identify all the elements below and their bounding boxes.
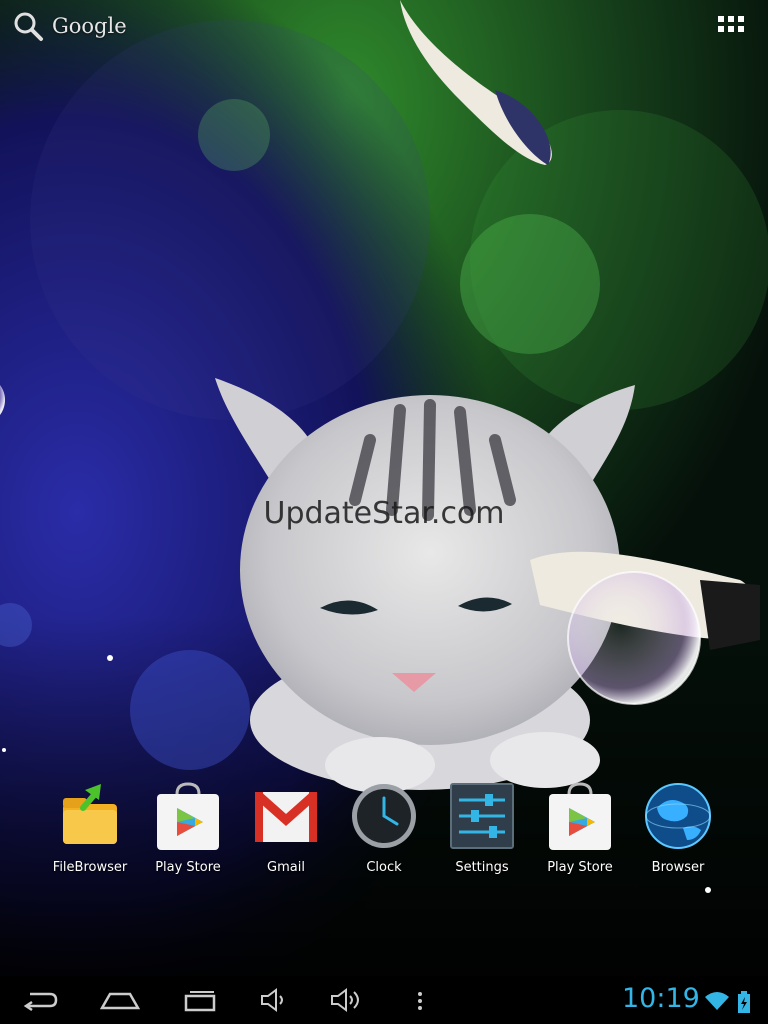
app-label: FileBrowser	[52, 860, 128, 875]
volume-up-icon[interactable]	[326, 984, 366, 1016]
all-apps-grid-icon[interactable]	[718, 16, 746, 38]
folder-icon	[63, 784, 117, 844]
app-label: Gmail	[267, 860, 305, 875]
menu-icon[interactable]	[410, 984, 430, 1016]
app-settings[interactable]: Settings	[432, 780, 532, 875]
globe-icon	[645, 783, 711, 849]
app-label: Settings	[455, 860, 509, 875]
app-label: Play Store	[547, 860, 613, 875]
recent-apps-icon[interactable]	[180, 984, 220, 1016]
app-label: Clock	[366, 860, 402, 875]
volume-down-icon[interactable]	[256, 984, 296, 1016]
app-browser[interactable]: Browser	[628, 780, 728, 875]
app-label: Browser	[651, 860, 705, 875]
app-play-store-1[interactable]: Play Store	[138, 780, 238, 875]
wifi-icon	[705, 992, 729, 1010]
play-store-icon	[157, 782, 219, 850]
app-label: Play Store	[155, 860, 221, 875]
play-store-icon	[549, 782, 611, 850]
search-icon	[14, 12, 43, 41]
app-filebrowser[interactable]: FileBrowser	[40, 780, 140, 875]
clock-icon	[352, 784, 416, 848]
back-icon[interactable]	[20, 984, 60, 1016]
battery-charging-icon	[738, 991, 750, 1013]
google-search-bar[interactable]: Google	[12, 10, 127, 42]
settings-sliders-icon	[450, 783, 514, 849]
app-clock[interactable]: Clock	[334, 780, 434, 875]
app-gmail[interactable]: Gmail	[236, 780, 336, 875]
search-label: Google	[52, 14, 127, 38]
app-dock: FileBrowser Play Store Gmail Clock Setti…	[40, 780, 728, 880]
app-play-store-2[interactable]: Play Store	[530, 780, 630, 875]
status-clock: 10:19	[622, 983, 700, 1014]
gmail-icon	[255, 792, 317, 842]
watermark: UpdateStar.com	[263, 496, 505, 531]
home-icon[interactable]	[100, 984, 140, 1016]
